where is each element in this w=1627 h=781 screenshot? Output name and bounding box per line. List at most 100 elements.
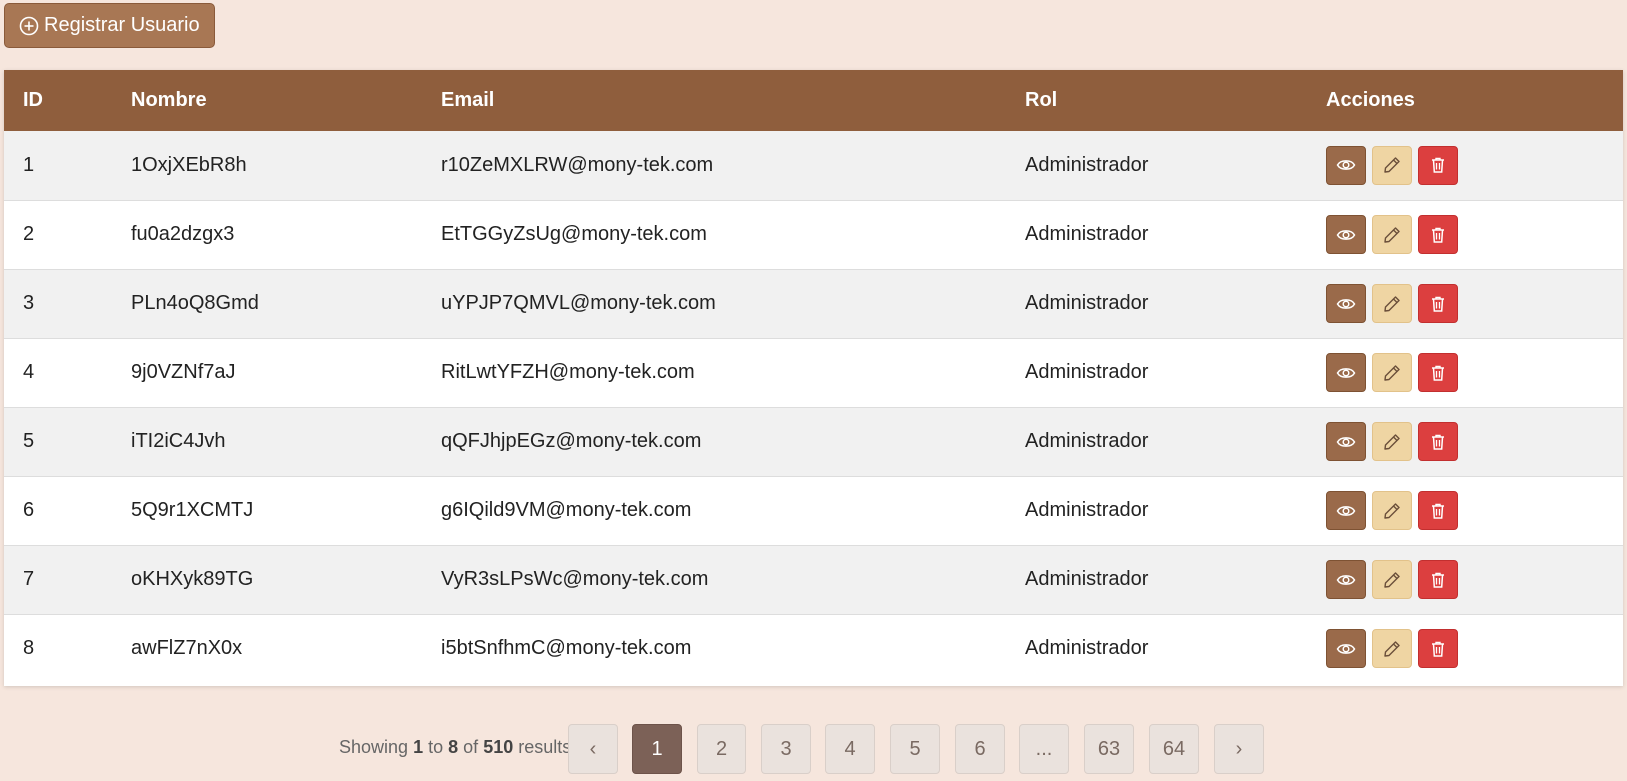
cell-actions <box>1307 200 1623 269</box>
delete-button[interactable] <box>1418 284 1458 323</box>
delete-button[interactable] <box>1418 145 1458 185</box>
trash-icon <box>1428 432 1448 452</box>
page-button-3[interactable]: 3 <box>761 724 811 774</box>
cell-email: i5btSnfhmC@mony-tek.com <box>441 637 692 660</box>
delete-button[interactable] <box>1418 629 1458 669</box>
view-button[interactable] <box>1326 629 1366 669</box>
view-button[interactable] <box>1326 284 1366 323</box>
view-button[interactable] <box>1326 145 1366 185</box>
cell-email: RitLwtYFZH@mony-tek.com <box>441 361 695 383</box>
edit-button[interactable] <box>1372 560 1412 599</box>
pencil-icon <box>1382 432 1402 452</box>
table-row: 6 5Q9r1XCMTJ g6IQild9VM@mony-tek.com Admini… <box>4 476 1623 545</box>
plus-circle-icon <box>19 16 39 35</box>
row-actions <box>1326 284 1623 323</box>
pencil-icon <box>1382 155 1402 175</box>
delete-button[interactable] <box>1418 422 1458 461</box>
delete-button[interactable] <box>1418 215 1458 254</box>
table-row: 7 oKHXyk89TG VyR3sLPsWc@mony-tek.com Admini… <box>4 545 1623 614</box>
pencil-icon <box>1382 570 1402 590</box>
cell-name: PLn4oQ8Gmd <box>131 292 259 314</box>
edit-button[interactable] <box>1372 422 1412 461</box>
trash-icon <box>1428 639 1448 659</box>
edit-button[interactable] <box>1372 491 1412 530</box>
cell-email: r10ZeMXLRW@mony-tek.com <box>441 153 714 176</box>
cell-actions <box>1307 407 1623 476</box>
cell-email: VyR3sLPsWc@mony-tek.com <box>441 568 709 590</box>
edit-button[interactable] <box>1372 284 1412 323</box>
row-actions <box>1326 215 1623 254</box>
cell-actions <box>1307 269 1623 338</box>
page-button-6[interactable]: 6 <box>955 724 1005 774</box>
results-summary: Showing 1 to 8 of 510 results <box>339 737 571 758</box>
view-button[interactable] <box>1326 422 1366 461</box>
edit-button[interactable] <box>1372 215 1412 254</box>
eye-icon <box>1336 570 1356 590</box>
cell-rol: Administrador <box>1025 637 1149 660</box>
trash-icon <box>1428 225 1448 245</box>
summary-prefix: Showing <box>339 737 409 757</box>
cell-email: EtTGGyZsUg@mony-tek.com <box>441 223 707 245</box>
cell-id: 2 <box>23 223 35 245</box>
cell-name: oKHXyk89TG <box>131 568 254 590</box>
cell-id: 3 <box>23 292 35 314</box>
cell-email: uYPJP7QMVL@mony-tek.com <box>441 292 716 314</box>
eye-icon <box>1336 501 1356 521</box>
cell-rol: Administrador <box>1025 361 1149 383</box>
row-actions <box>1326 491 1623 530</box>
edit-button[interactable] <box>1372 353 1412 392</box>
page-button-5[interactable]: 5 <box>890 724 940 774</box>
table-row: 8 awFlZ7nX0x i5btSnfhmC@mony-tek.com Admini… <box>4 614 1623 683</box>
row-actions <box>1326 145 1623 185</box>
trash-icon <box>1428 570 1448 590</box>
table-row: 5 iTI2iC4Jvh qQFJhjpEGz@mony-tek.com Admini… <box>4 407 1623 476</box>
prev-page-button[interactable]: ‹ <box>568 724 618 774</box>
pencil-icon <box>1382 501 1402 521</box>
page-button-63[interactable]: 63 <box>1084 724 1134 774</box>
summary-suffix: results <box>518 737 572 757</box>
cell-rol: Administrador <box>1025 430 1149 452</box>
eye-icon <box>1336 363 1356 383</box>
edit-button[interactable] <box>1372 629 1412 669</box>
cell-id: 8 <box>23 637 35 660</box>
users-table: ID Nombre Email Rol Acciones 1 1OxjXEbR8h… <box>4 70 1623 683</box>
delete-button[interactable] <box>1418 353 1458 392</box>
table-row: 3 PLn4oQ8Gmd uYPJP7QMVL@mony-tek.com Admini… <box>4 269 1623 338</box>
cell-id: 7 <box>23 568 35 590</box>
register-user-button[interactable]: Registrar Usuario <box>4 3 215 48</box>
header-email: Email <box>441 89 495 111</box>
users-table-container: ID Nombre Email Rol Acciones 1 1OxjXEbR8h… <box>4 70 1623 686</box>
summary-of-word: of <box>463 737 479 757</box>
cell-actions <box>1307 614 1623 683</box>
register-user-label: Registrar Usuario <box>44 14 200 36</box>
pencil-icon <box>1382 225 1402 245</box>
eye-icon <box>1336 294 1356 314</box>
cell-email: g6IQild9VM@mony-tek.com <box>441 499 692 521</box>
row-actions <box>1326 422 1623 461</box>
cell-actions <box>1307 476 1623 545</box>
cell-actions <box>1307 131 1623 200</box>
page-button-64[interactable]: 64 <box>1149 724 1199 774</box>
delete-button[interactable] <box>1418 560 1458 599</box>
page-button-1[interactable]: 1 <box>632 724 682 774</box>
table-row: 4 9j0VZNf7aJ RitLwtYFZH@mony-tek.com Admini… <box>4 338 1623 407</box>
page-button-2[interactable]: 2 <box>697 724 746 774</box>
view-button[interactable] <box>1326 215 1366 254</box>
eye-icon <box>1336 639 1356 659</box>
view-button[interactable] <box>1326 491 1366 530</box>
cell-rol: Administrador <box>1025 499 1149 521</box>
row-actions <box>1326 560 1623 599</box>
cell-id: 6 <box>23 499 35 521</box>
view-button[interactable] <box>1326 560 1366 599</box>
summary-to: 8 <box>448 737 459 757</box>
page-button-4[interactable]: 4 <box>825 724 875 774</box>
cell-id: 1 <box>23 153 35 176</box>
cell-name: fu0a2dzgx3 <box>131 223 235 245</box>
delete-button[interactable] <box>1418 491 1458 530</box>
summary-from: 1 <box>413 737 424 757</box>
cell-name: iTI2iC4Jvh <box>131 430 226 452</box>
next-page-button[interactable]: › <box>1214 724 1264 774</box>
view-button[interactable] <box>1326 353 1366 392</box>
header-name: Nombre <box>131 89 207 111</box>
edit-button[interactable] <box>1372 145 1412 185</box>
